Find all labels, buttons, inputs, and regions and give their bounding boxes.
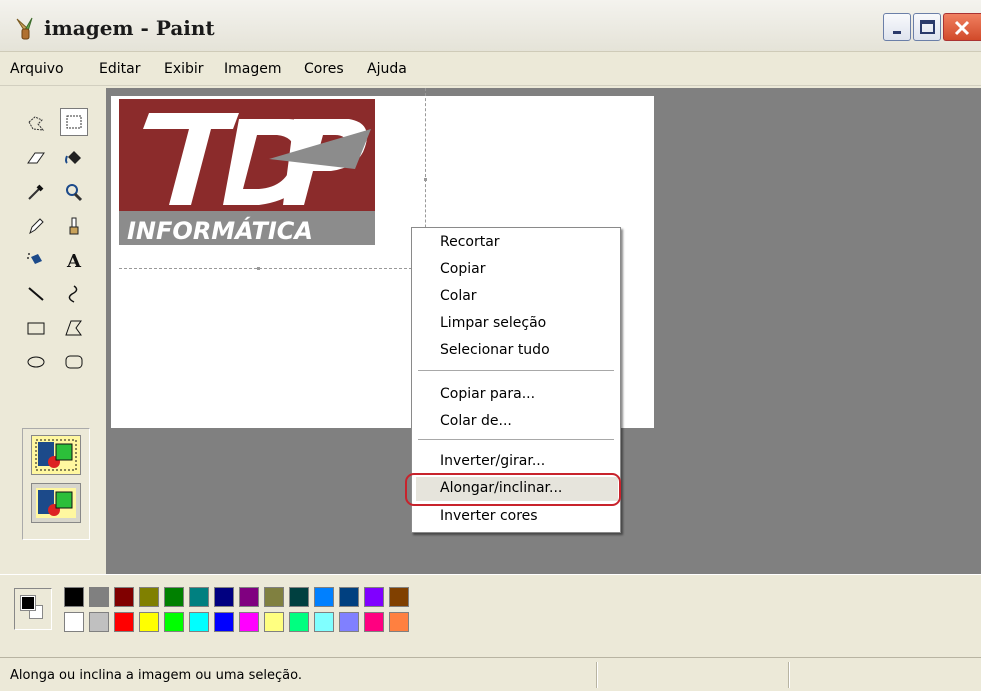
color-swatch[interactable] [89, 587, 109, 607]
color-swatch[interactable] [364, 612, 384, 632]
menu-arquivo[interactable]: Arquivo [10, 61, 64, 77]
ctx-inverter-cores[interactable]: Inverter cores [440, 508, 538, 524]
maximize-button[interactable] [913, 13, 941, 41]
ctx-recortar[interactable]: Recortar [440, 234, 500, 250]
color-swatch[interactable] [164, 587, 184, 607]
status-text: Alonga ou inclina a imagem ou uma seleçã… [10, 668, 302, 683]
selection-border-horizontal [119, 268, 427, 269]
ellipse-icon[interactable] [22, 348, 50, 376]
foreground-color-box[interactable] [20, 595, 36, 611]
color-swatch[interactable] [189, 612, 209, 632]
color-swatch[interactable] [364, 587, 384, 607]
color-swatch[interactable] [214, 587, 234, 607]
color-swatch[interactable] [139, 612, 159, 632]
ctx-copiar[interactable]: Copiar [440, 261, 485, 277]
status-divider [596, 662, 598, 688]
tool-options-panel [22, 428, 90, 540]
eraser-icon[interactable] [22, 144, 50, 172]
ctx-colar[interactable]: Colar [440, 288, 477, 304]
ctx-copiar-para[interactable]: Copiar para... [440, 386, 535, 402]
color-swatch[interactable] [64, 612, 84, 632]
color-swatch[interactable] [64, 587, 84, 607]
color-swatch[interactable] [114, 612, 134, 632]
text-icon[interactable]: A [60, 246, 88, 274]
curve-icon[interactable] [60, 280, 88, 308]
menu-imagem[interactable]: Imagem [224, 61, 281, 77]
ctx-limpar-selecao[interactable]: Limpar seleção [440, 315, 546, 331]
ctx-separator [418, 370, 614, 371]
paint-window: imagem - Paint Arquivo Editar Exibir Ima… [0, 0, 981, 691]
status-bar: Alonga ou inclina a imagem ou uma seleçã… [0, 657, 981, 691]
ctx-colar-de[interactable]: Colar de... [440, 413, 512, 429]
toolbox: A [8, 92, 102, 570]
current-colors[interactable] [14, 588, 52, 630]
color-swatch[interactable] [314, 587, 334, 607]
color-swatch[interactable] [264, 612, 284, 632]
logo-text-bottom: INFORMÁTICA [127, 216, 313, 245]
paint-app-icon[interactable] [14, 16, 36, 40]
rectangle-select-icon[interactable] [60, 108, 88, 136]
menu-editar[interactable]: Editar [99, 61, 140, 77]
window-title: imagem - Paint [44, 16, 215, 40]
selection-handle[interactable] [257, 267, 260, 270]
color-swatch[interactable] [89, 612, 109, 632]
color-swatch[interactable] [164, 612, 184, 632]
line-icon[interactable] [22, 280, 50, 308]
fill-bucket-icon[interactable] [60, 144, 88, 172]
color-swatch[interactable] [289, 612, 309, 632]
polygon-icon[interactable] [60, 314, 88, 342]
color-swatch[interactable] [339, 587, 359, 607]
free-form-select-icon[interactable] [22, 110, 50, 138]
color-swatch[interactable] [189, 587, 209, 607]
selection-handle[interactable] [424, 178, 427, 181]
color-swatch[interactable] [239, 587, 259, 607]
menu-ajuda[interactable]: Ajuda [367, 61, 407, 77]
color-palette [0, 574, 981, 656]
minimize-button[interactable] [883, 13, 911, 41]
menu-bar: Arquivo Editar Exibir Imagem Cores Ajuda [0, 52, 981, 86]
color-swatch[interactable] [139, 587, 159, 607]
transparent-option-opaque[interactable] [31, 435, 81, 475]
menu-cores[interactable]: Cores [304, 61, 344, 77]
rounded-rectangle-icon[interactable] [60, 348, 88, 376]
color-swatch[interactable] [314, 612, 334, 632]
svg-text:A: A [66, 251, 82, 270]
pencil-icon[interactable] [22, 212, 50, 240]
magnifier-icon[interactable] [60, 178, 88, 206]
color-swatch[interactable] [114, 587, 134, 607]
rectangle-icon[interactable] [22, 314, 50, 342]
color-swatch[interactable] [339, 612, 359, 632]
ctx-selecionar-tudo[interactable]: Selecionar tudo [440, 342, 550, 358]
menu-exibir[interactable]: Exibir [164, 61, 204, 77]
ctx-inverter-girar[interactable]: Inverter/girar... [440, 453, 545, 469]
brush-icon[interactable] [60, 212, 88, 240]
close-button[interactable] [943, 13, 981, 41]
title-bar[interactable]: imagem - Paint [0, 0, 981, 52]
color-swatch[interactable] [214, 612, 234, 632]
color-swatch[interactable] [289, 587, 309, 607]
color-picker-icon[interactable] [22, 178, 50, 206]
status-divider [788, 662, 790, 688]
highlight-annotation-ring [405, 473, 621, 506]
airbrush-icon[interactable] [22, 246, 50, 274]
ctx-separator [418, 439, 614, 440]
transparent-option-transparent[interactable] [31, 483, 81, 523]
color-swatch[interactable] [239, 612, 259, 632]
color-swatch[interactable] [389, 612, 409, 632]
color-swatch[interactable] [264, 587, 284, 607]
color-swatch[interactable] [389, 587, 409, 607]
tdp-informatica-logo: INFORMÁTICA [119, 99, 375, 245]
